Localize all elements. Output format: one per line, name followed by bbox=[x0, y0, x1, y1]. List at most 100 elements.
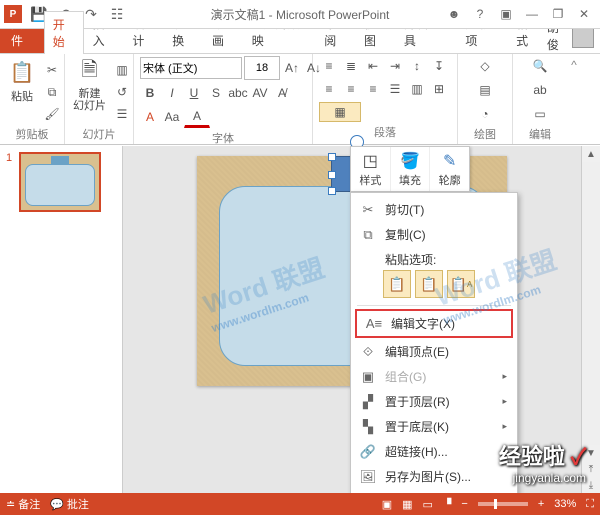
scroll-up-icon[interactable]: ▲ bbox=[582, 146, 600, 162]
thumb-number: 1 bbox=[6, 152, 12, 164]
copy-icon[interactable]: ⧉ bbox=[42, 82, 62, 102]
app-icon[interactable]: P bbox=[4, 5, 22, 23]
text-direction-icon[interactable]: ↧ bbox=[429, 56, 449, 76]
mini-style-button[interactable]: ◳ 样式 bbox=[351, 147, 391, 191]
close-icon[interactable]: ✕ bbox=[574, 4, 594, 24]
reading-view-icon[interactable]: ▭ bbox=[423, 498, 433, 511]
layout-icon[interactable]: ▥ bbox=[112, 60, 132, 80]
group-label: 绘图 bbox=[464, 124, 506, 144]
comments-button[interactable]: 💬批注 bbox=[50, 496, 89, 512]
increase-font-icon[interactable]: A↑ bbox=[282, 58, 302, 78]
paste-button[interactable]: 📋 粘贴 bbox=[6, 56, 38, 106]
underline-icon[interactable]: U bbox=[184, 83, 204, 103]
clear-format-icon[interactable]: A̸ bbox=[272, 83, 292, 103]
align-center-icon[interactable]: ≡ bbox=[341, 79, 361, 99]
status-bar: ≐备注 💬批注 ▣ ▦ ▭ ▝ − + 33% ⛶ bbox=[0, 493, 600, 515]
font-color-icon[interactable]: A bbox=[184, 106, 210, 128]
ctx-paste-header: 粘贴选项: bbox=[351, 247, 517, 268]
columns-icon[interactable]: ▥ bbox=[407, 79, 427, 99]
paste-icon: 📋 bbox=[8, 58, 36, 86]
new-slide-button[interactable]: 🗎 新建 幻灯片 bbox=[71, 56, 108, 114]
zoom-in-icon[interactable]: + bbox=[538, 498, 544, 510]
paste-picture-icon[interactable]: 📋A bbox=[447, 270, 475, 298]
ribbon-tabs: 文件 开始 插入 设计 切换 动画 幻灯片放映 审阅 视图 开发工具 加载项 格… bbox=[0, 29, 600, 54]
decrease-indent-icon[interactable]: ⇤ bbox=[363, 56, 383, 76]
align-text-icon[interactable]: ⊞ bbox=[429, 79, 449, 99]
numbering-icon[interactable]: ≣ bbox=[341, 56, 361, 76]
ctx-group[interactable]: ▣组合(G)▸ bbox=[351, 364, 517, 389]
ctx-edit-points[interactable]: ⟐编辑顶点(E) bbox=[351, 339, 517, 364]
replace-icon[interactable]: ab bbox=[530, 80, 550, 100]
sorter-view-icon[interactable]: ▦ bbox=[402, 498, 412, 511]
ctx-send-back[interactable]: ▚置于底层(K)▸ bbox=[351, 414, 517, 439]
copy-icon: ⧉ bbox=[359, 227, 377, 243]
title-bar: P 💾 ↶ ↷ ☷ 演示文稿1 - Microsoft PowerPoint ☻… bbox=[0, 0, 600, 29]
align-right-icon[interactable]: ≡ bbox=[363, 79, 383, 99]
case-icon[interactable]: Aa bbox=[162, 107, 182, 127]
face-icon[interactable]: ☻ bbox=[444, 4, 464, 24]
zoom-out-icon[interactable]: − bbox=[461, 498, 467, 510]
normal-view-icon[interactable]: ▣ bbox=[382, 498, 392, 511]
ctx-paste-options: 📋 📋 📋A bbox=[351, 268, 517, 302]
restore-icon[interactable]: ❐ bbox=[548, 4, 568, 24]
bullets-icon[interactable]: ≡ bbox=[319, 56, 339, 76]
reset-icon[interactable]: ↺ bbox=[112, 82, 132, 102]
bring-front-icon: ▞ bbox=[359, 394, 377, 410]
group-font: A↑ A↓ B I U S abc AV A̸ A Aa A 字体 bbox=[134, 54, 313, 144]
justify-icon[interactable]: ☰ bbox=[385, 79, 405, 99]
font-name-input[interactable] bbox=[140, 57, 242, 79]
arrange-icon[interactable]: ▤ bbox=[475, 80, 495, 100]
paste-source-icon[interactable]: 📋 bbox=[415, 270, 443, 298]
format-painter-icon[interactable]: 🖌 bbox=[42, 104, 62, 124]
fill-icon: 🪣 bbox=[400, 151, 420, 171]
highlight-icon[interactable]: A bbox=[140, 107, 160, 127]
edit-points-icon: ⟐ bbox=[359, 344, 377, 360]
redo-icon[interactable]: ↷ bbox=[82, 5, 100, 23]
fit-window-icon[interactable]: ⛶ bbox=[586, 498, 594, 511]
strike-icon[interactable]: S bbox=[206, 83, 226, 103]
style-icon: ◳ bbox=[363, 151, 378, 171]
ctx-hyperlink[interactable]: 🔗超链接(H)... bbox=[351, 439, 517, 464]
smartart-icon[interactable]: ▦ bbox=[319, 102, 361, 122]
tab-home[interactable]: 开始 bbox=[44, 11, 84, 54]
slideshow-view-icon[interactable]: ▝ bbox=[443, 498, 451, 511]
notes-button[interactable]: ≐备注 bbox=[6, 496, 40, 512]
ctx-cut[interactable]: ✂剪切(T) bbox=[351, 197, 517, 222]
qat-more-icon[interactable]: ☷ bbox=[108, 5, 126, 23]
collapse-ribbon-icon[interactable]: ^ bbox=[567, 54, 581, 144]
zoom-level[interactable]: 33% bbox=[554, 498, 576, 510]
help-icon[interactable]: ? bbox=[470, 4, 490, 24]
italic-icon[interactable]: I bbox=[162, 83, 182, 103]
select-icon[interactable]: ▭ bbox=[530, 104, 550, 124]
hyperlink-icon: 🔗 bbox=[359, 444, 377, 460]
ctx-edit-text[interactable]: A≡编辑文字(X) bbox=[355, 309, 513, 338]
group-slides: 🗎 新建 幻灯片 ▥ ↺ ☰ 幻灯片 bbox=[65, 54, 134, 144]
outline-icon: ✎ bbox=[443, 151, 456, 171]
slide-thumbnail[interactable] bbox=[19, 152, 101, 212]
new-slide-label: 新建 幻灯片 bbox=[73, 88, 106, 112]
ctx-save-as-pic[interactable]: 🖼另存为图片(S)... bbox=[351, 464, 517, 489]
group-label: 编辑 bbox=[519, 124, 561, 144]
increase-indent-icon[interactable]: ⇥ bbox=[385, 56, 405, 76]
bold-icon[interactable]: B bbox=[140, 83, 160, 103]
mini-fill-button[interactable]: 🪣 填充 bbox=[391, 147, 431, 191]
shapes-icon[interactable]: ◇ bbox=[475, 56, 495, 76]
align-left-icon[interactable]: ≡ bbox=[319, 79, 339, 99]
shadow-icon[interactable]: abc bbox=[228, 83, 248, 103]
minimize-icon[interactable]: — bbox=[522, 4, 542, 24]
zoom-slider[interactable] bbox=[478, 502, 528, 506]
line-spacing-icon[interactable]: ↕ bbox=[407, 56, 427, 76]
ribbon-options-icon[interactable]: ▣ bbox=[496, 4, 516, 24]
group-paragraph: ≡ ≣ ⇤ ⇥ ↕ ↧ ≡ ≡ ≡ ☰ ▥ ⊞ ▦ 段落 bbox=[313, 54, 458, 144]
cut-icon: ✂ bbox=[359, 202, 377, 218]
spacing-icon[interactable]: AV bbox=[250, 83, 270, 103]
ctx-bring-front[interactable]: ▞置于顶层(R)▸ bbox=[351, 389, 517, 414]
font-size-input[interactable] bbox=[244, 56, 280, 80]
find-icon[interactable]: 🔍 bbox=[530, 56, 550, 76]
ctx-copy[interactable]: ⧉复制(C) bbox=[351, 222, 517, 247]
mini-outline-button[interactable]: ✎ 轮廓 bbox=[430, 147, 469, 191]
section-icon[interactable]: ☰ bbox=[112, 104, 132, 124]
cut-icon[interactable]: ✂ bbox=[42, 60, 62, 80]
paste-theme-icon[interactable]: 📋 bbox=[383, 270, 411, 298]
quick-styles-icon[interactable]: ◔ bbox=[475, 104, 495, 124]
